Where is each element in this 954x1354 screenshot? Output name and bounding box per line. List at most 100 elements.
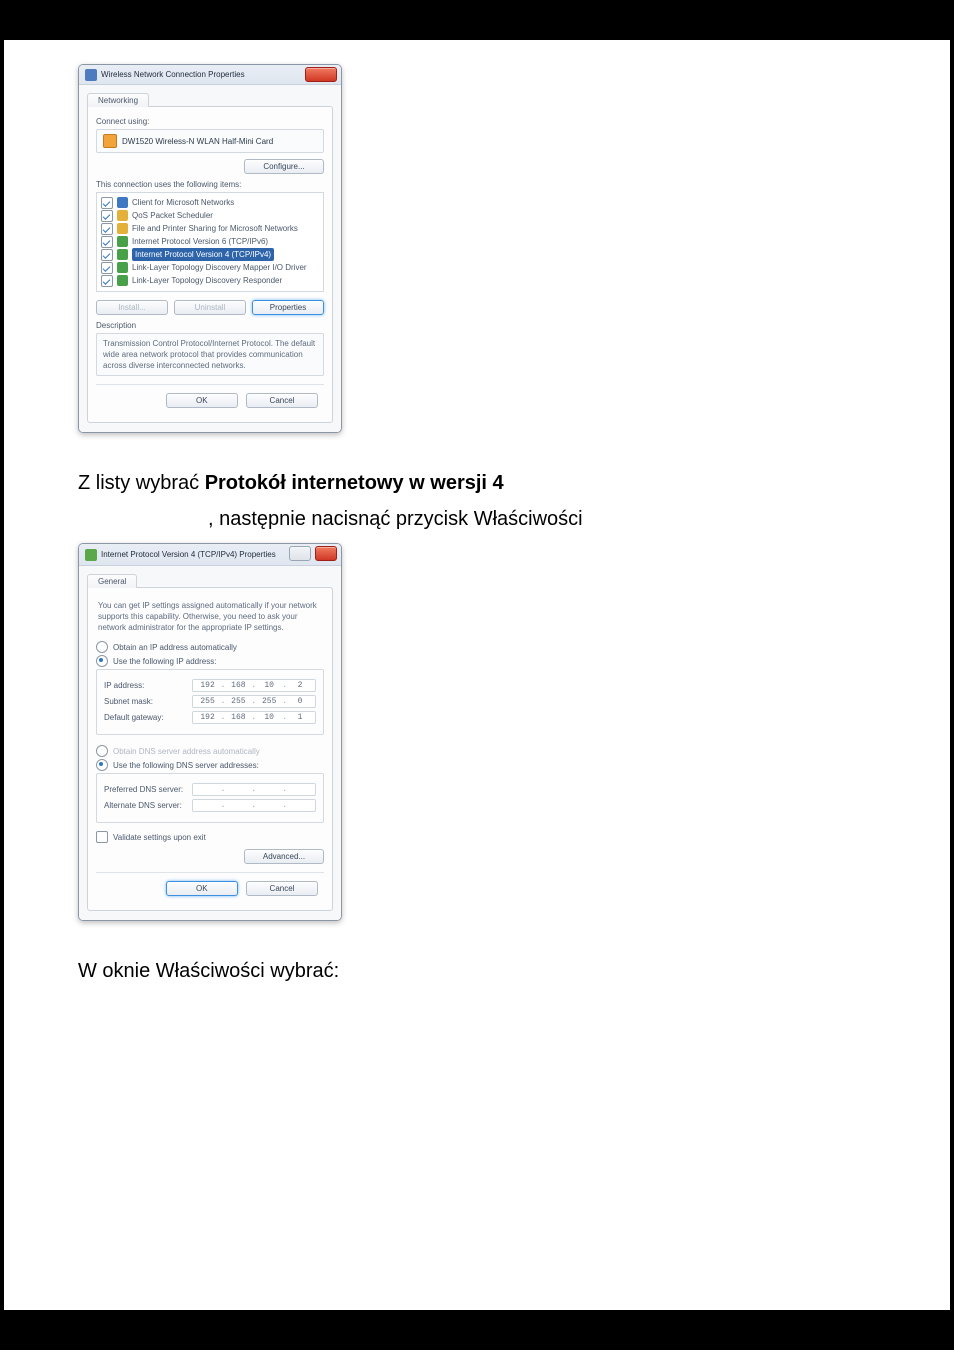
checkbox-icon [96,831,108,843]
radio-label: Use the following IP address: [113,657,216,666]
list-item-label: Internet Protocol Version 4 (TCP/IPv4) [132,248,274,261]
protocol-icon [117,249,128,260]
instruction-paragraph-2: W oknie Właściwości wybrać: [78,957,876,985]
radio-label: Obtain DNS server address automatically [113,747,260,756]
uninstall-button[interactable]: Uninstall [174,300,246,315]
close-icon[interactable] [305,67,337,82]
default-gateway-label: Default gateway: [104,713,164,722]
checkbox-icon[interactable] [101,249,113,261]
description-text: Transmission Control Protocol/Internet P… [96,333,324,376]
dialog2-body: You can get IP settings assigned automat… [87,587,333,911]
list-item[interactable]: Internet Protocol Version 6 (TCP/IPv6) [101,235,319,248]
list-item-label: QoS Packet Scheduler [132,209,213,222]
connect-using-label: Connect using: [96,117,324,126]
list-item-label: Link-Layer Topology Discovery Mapper I/O… [132,261,307,274]
list-item-label: Link-Layer Topology Discovery Responder [132,274,282,287]
checkbox-icon[interactable] [101,236,113,248]
list-item-label: File and Printer Sharing for Microsoft N… [132,222,298,235]
tab-general[interactable]: General [87,574,137,588]
checkbox-icon[interactable] [101,223,113,235]
list-item-label: Client for Microsoft Networks [132,196,234,209]
radio-icon [96,655,108,667]
dialog2-titlebar: Internet Protocol Version 4 (TCP/IPv4) P… [79,544,341,566]
dialog2-title: Internet Protocol Version 4 (TCP/IPv4) P… [101,550,276,559]
description-label: Description [96,321,324,330]
help-text: You can get IP settings assigned automat… [98,600,322,633]
cancel-button[interactable]: Cancel [246,881,318,896]
subnet-mask-input[interactable]: 255. 255. 255. 0 [192,695,316,708]
subnet-mask-label: Subnet mask: [104,697,153,706]
properties-button[interactable]: Properties [252,300,324,315]
ipv4-icon [85,549,97,561]
checkbox-icon[interactable] [101,262,113,274]
instruction-paragraph-1b: , następnie nacisnąć przycisk Właściwośc… [78,505,876,533]
ok-button[interactable]: OK [166,881,238,896]
adapter-icon [103,134,117,148]
radio-manual-dns[interactable]: Use the following DNS server addresses: [96,759,324,771]
radio-icon [96,745,108,757]
list-item[interactable]: Link-Layer Topology Discovery Mapper I/O… [101,261,319,274]
text-segment: , następnie nacisnąć przycisk [208,508,474,530]
protocol-icon [117,223,128,234]
protocol-icon [117,262,128,273]
list-item[interactable]: Client for Microsoft Networks [101,196,319,209]
preferred-dns-input[interactable]: . . . [192,783,316,796]
preferred-dns-label: Preferred DNS server: [104,785,183,794]
radio-icon [96,759,108,771]
radio-manual-ip[interactable]: Use the following IP address: [96,655,324,667]
ip-address-label: IP address: [104,681,144,690]
checkbox-icon[interactable] [101,210,113,222]
list-item[interactable]: QoS Packet Scheduler [101,209,319,222]
radio-auto-dns: Obtain DNS server address automatically [96,745,324,757]
list-item[interactable]: Link-Layer Topology Discovery Responder [101,274,319,287]
connection-items-list[interactable]: Client for Microsoft NetworksQoS Packet … [96,192,324,292]
list-item[interactable]: File and Printer Sharing for Microsoft N… [101,222,319,235]
radio-label: Use the following DNS server addresses: [113,761,259,770]
radio-icon [96,641,108,653]
protocol-icon [117,236,128,247]
ip-address-input[interactable]: 192. 168. 10. 2 [192,679,316,692]
adapter-field: DW1520 Wireless-N WLAN Half-Mini Card [96,129,324,153]
protocol-icon [117,197,128,208]
cancel-button[interactable]: Cancel [246,393,318,408]
checkbox-label: Validate settings upon exit [113,833,206,842]
dialog1-titlebar: Wireless Network Connection Properties [79,65,341,85]
text-segment: W oknie Właściwości wybrać: [78,960,339,982]
checkbox-icon[interactable] [101,275,113,287]
network-icon [85,69,97,81]
checkbox-icon[interactable] [101,197,113,209]
close-icon[interactable] [315,546,337,561]
bottom-bar [4,1310,950,1350]
validate-on-exit[interactable]: Validate settings upon exit [96,831,324,843]
text-segment-strong: Protokół internetowy w wersji 4 [205,472,504,494]
ok-button[interactable]: OK [166,393,238,408]
list-item-label: Internet Protocol Version 6 (TCP/IPv6) [132,235,268,248]
top-bar [4,0,950,40]
alternate-dns-input[interactable]: . . . [192,799,316,812]
protocol-icon [117,210,128,221]
page-content: Wireless Network Connection Properties N… [4,40,950,1310]
advanced-button[interactable]: Advanced... [244,849,324,864]
protocol-icon [117,275,128,286]
ipv4-properties-dialog: Internet Protocol Version 4 (TCP/IPv4) P… [78,543,342,921]
text-segment-strong: Właściwości [474,508,583,530]
text-segment: Z listy wybrać [78,472,205,494]
default-gateway-input[interactable]: 192. 168. 10. 1 [192,711,316,724]
instruction-paragraph-1: Z listy wybrać Protokół internetowy w we… [78,469,876,497]
ip-group: IP address: 192. 168. 10. 2 Subnet mask: [96,669,324,735]
page-frame: Wireless Network Connection Properties N… [0,0,954,1350]
uses-items-label: This connection uses the following items… [96,180,324,189]
alternate-dns-label: Alternate DNS server: [104,801,182,810]
dialog1-title: Wireless Network Connection Properties [101,70,245,79]
dns-group: Preferred DNS server: . . . Alternate DN… [96,773,324,823]
radio-auto-ip[interactable]: Obtain an IP address automatically [96,641,324,653]
radio-label: Obtain an IP address automatically [113,643,237,652]
tab-networking[interactable]: Networking [87,93,149,107]
network-connection-properties-dialog: Wireless Network Connection Properties N… [78,64,342,433]
install-button[interactable]: Install... [96,300,168,315]
list-item[interactable]: Internet Protocol Version 4 (TCP/IPv4) [101,248,319,261]
configure-button[interactable]: Configure... [244,159,324,174]
help-icon[interactable] [289,546,311,561]
dialog1-body: Connect using: DW1520 Wireless-N WLAN Ha… [87,106,333,423]
adapter-name: DW1520 Wireless-N WLAN Half-Mini Card [122,137,273,146]
